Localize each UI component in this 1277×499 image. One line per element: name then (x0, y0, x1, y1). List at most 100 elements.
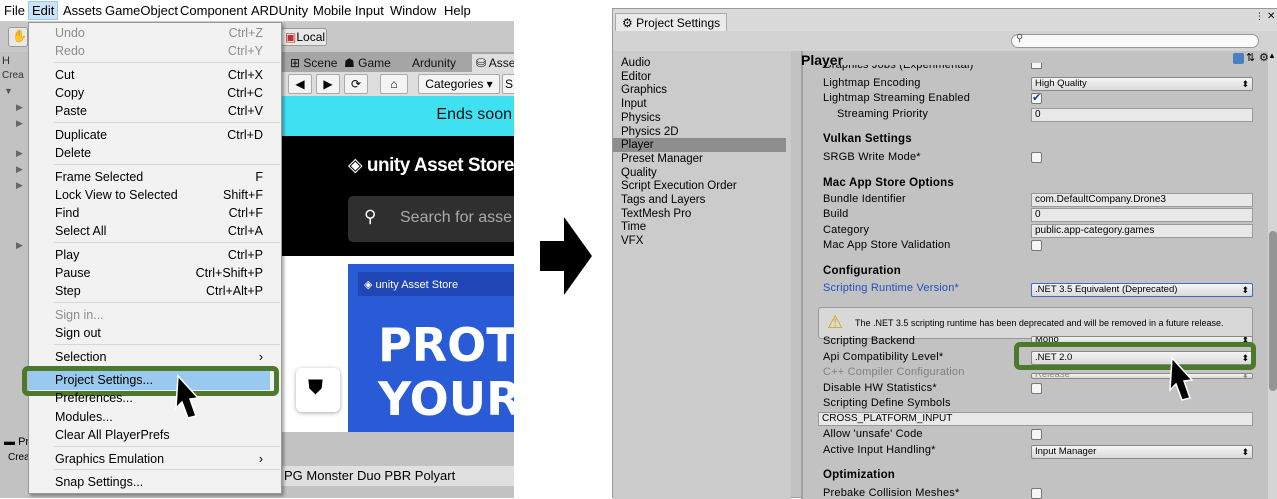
refresh-button[interactable]: ⟳ (344, 74, 368, 94)
settings-search-input[interactable]: ⚲ (1011, 33, 1259, 48)
menu-item-project-settings[interactable]: Project Settings... (55, 373, 275, 391)
project-create-label[interactable]: Crea (8, 452, 30, 463)
unsafe-code-checkbox[interactable] (1031, 429, 1042, 440)
category-item-tags-and-layers[interactable]: Tags and Layers (621, 194, 705, 208)
scroll-up-icon[interactable]: ▲ (1268, 51, 1276, 60)
hand-tool-button[interactable]: ✋ (8, 27, 28, 47)
home-button[interactable]: ⌂ (380, 74, 408, 94)
menu-item-pause[interactable]: Pause Ctrl+Shift+P (55, 266, 275, 284)
expand-arrow-icon[interactable]: ▶ (16, 180, 23, 191)
project-settings-tab[interactable]: ⚙ Project Settings (615, 13, 728, 31)
menu-file[interactable]: File (4, 3, 25, 18)
graphics-jobs-checkbox[interactable] (1031, 63, 1042, 69)
build-field[interactable]: 0 (1031, 208, 1253, 222)
menu-item-delete[interactable]: Delete (55, 146, 275, 164)
close-icon[interactable]: ✕ (1267, 11, 1275, 22)
menu-item-lock-view-to-selected[interactable]: Lock View to Selected Shift+F (55, 188, 275, 206)
srgb-write-checkbox[interactable] (1031, 152, 1042, 163)
hierarchy-tab-label[interactable]: H (2, 55, 10, 67)
category-field[interactable]: public.app-category.games (1031, 224, 1253, 238)
category-item-input[interactable]: Input (621, 98, 647, 112)
cpp-compiler-dropdown[interactable]: Release (1031, 373, 1253, 379)
category-item-physics[interactable]: Physics (621, 112, 661, 126)
mac-validation-checkbox[interactable] (1031, 240, 1042, 251)
menu-item-undo[interactable]: Undo Ctrl+Z (55, 26, 275, 44)
define-symbols-field[interactable]: CROSS_PLATFORM_INPUT (818, 412, 1253, 426)
create-label[interactable]: Crea (2, 70, 24, 81)
expand-arrow-icon[interactable]: ▶ (16, 118, 23, 129)
menu-item-duplicate[interactable]: Duplicate Ctrl+D (55, 128, 275, 146)
category-item-editor[interactable]: Editor (621, 71, 651, 85)
menu-window[interactable]: Window (390, 3, 436, 18)
menu-component[interactable]: Component (180, 3, 247, 18)
expand-arrow-icon[interactable]: ▶ (16, 102, 23, 113)
menu-item-selection[interactable]: Selection › (55, 350, 275, 368)
expand-arrow-icon[interactable]: ▶ (16, 148, 23, 159)
input-handling-dropdown[interactable]: Input Manager (1031, 445, 1253, 459)
category-item-player[interactable]: Player (621, 139, 654, 153)
menu-help[interactable]: Help (444, 3, 471, 18)
lightmap-encoding-dropdown[interactable]: High Quality (1031, 77, 1253, 91)
help-icon[interactable] (1233, 53, 1244, 64)
forward-button[interactable]: ▶ (316, 74, 340, 94)
preset-icon[interactable]: ⇅ (1246, 51, 1255, 64)
menu-item-redo[interactable]: Redo Ctrl+Y (55, 44, 275, 62)
category-item-graphics[interactable]: Graphics (621, 84, 667, 98)
categories-dropdown[interactable]: Categories ▾ (418, 74, 500, 94)
prebake-checkbox[interactable] (1031, 488, 1042, 499)
menu-assets[interactable]: Assets (63, 3, 102, 18)
menu-item-select-all[interactable]: Select All Ctrl+A (55, 224, 275, 242)
expand-arrow-icon[interactable]: ▶ (16, 240, 23, 251)
category-item-textmesh-pro[interactable]: TextMesh Pro (621, 208, 691, 222)
ends-soon-banner[interactable]: Ends soon (282, 96, 514, 136)
category-item-quality[interactable]: Quality (621, 167, 657, 181)
lightmap-streaming-checkbox[interactable]: ✔ (1031, 92, 1042, 104)
menu-edit[interactable]: Edit (28, 1, 59, 20)
menu-item-cut[interactable]: Cut Ctrl+X (55, 68, 275, 86)
category-item-preset-manager[interactable]: Preset Manager (621, 153, 703, 167)
expand-arrow-icon[interactable]: ▼ (4, 86, 13, 96)
menu-mobile-input[interactable]: Mobile Input (313, 3, 384, 18)
sort-dropdown[interactable]: S (502, 74, 514, 94)
asset-store-logo[interactable]: ◈ unity Asset Store (348, 154, 514, 177)
tab-scene[interactable]: ⊞ Scene (286, 54, 341, 72)
bundle-id-field[interactable]: com.DefaultCompany.Drone3 (1031, 193, 1253, 207)
promo-banner[interactable]: ◈ unity Asset Store PROT YOUR (348, 264, 514, 432)
scripting-runtime-dropdown[interactable]: .NET 3.5 Equivalent (Deprecated) (1031, 283, 1253, 297)
menu-item-paste[interactable]: Paste Ctrl+V (55, 104, 275, 122)
menu-item-sign-in[interactable]: Sign in... (55, 308, 275, 326)
tab-asset-store[interactable]: ⛁ Asse (472, 54, 514, 72)
menu-item-preferences[interactable]: Preferences... (55, 391, 275, 409)
menu-item-step[interactable]: Step Ctrl+Alt+P (55, 284, 275, 302)
menu-item-sign-out[interactable]: Sign out (55, 326, 275, 344)
project-tab[interactable]: ▬ Pr (4, 436, 29, 448)
menu-ardunity[interactable]: ARDUnity (251, 3, 308, 18)
tab-ardunity[interactable]: Ardunity (408, 54, 460, 72)
back-button[interactable]: ◀ (288, 74, 312, 94)
menu-item-modules[interactable]: Modules... (55, 410, 275, 428)
vertical-scrollbar[interactable]: ▲ (1268, 51, 1277, 499)
menu-item-label: Pause (55, 266, 91, 280)
menu-gameobject[interactable]: GameObject (105, 3, 178, 18)
category-item-time[interactable]: Time (621, 221, 646, 235)
package-name[interactable]: PG Monster Duo PBR Polyart (282, 466, 514, 486)
scrollbar-thumb[interactable] (1269, 231, 1277, 391)
local-toggle-button[interactable]: ▣Local (281, 28, 327, 46)
category-item-script-execution-order[interactable]: Script Execution Order (621, 180, 737, 194)
category-item-vfx[interactable]: VFX (621, 235, 643, 249)
menu-item-snap-settings[interactable]: Snap Settings... (55, 475, 275, 493)
menu-item-frame-selected[interactable]: Frame Selected F (55, 170, 275, 188)
streaming-priority-field[interactable]: 0 (1031, 108, 1253, 122)
menu-item-clear-all-playerprefs[interactable]: Clear All PlayerPrefs (55, 428, 275, 446)
shield-button[interactable]: ⛊ (296, 368, 340, 412)
expand-arrow-icon[interactable]: ▶ (16, 164, 23, 175)
menu-item-copy[interactable]: Copy Ctrl+C (55, 86, 275, 104)
menu-item-graphics-emulation[interactable]: Graphics Emulation › (55, 452, 275, 470)
category-item-audio[interactable]: Audio (621, 57, 650, 71)
disable-hw-checkbox[interactable] (1031, 383, 1042, 394)
menu-item-find[interactable]: Find Ctrl+F (55, 206, 275, 224)
store-search-input[interactable]: ⚲ Search for asse (348, 196, 514, 242)
menu-item-play[interactable]: Play Ctrl+P (55, 248, 275, 266)
menu-dots-icon[interactable]: ⋮ (1255, 11, 1264, 22)
tab-game[interactable]: ☗ Game (340, 54, 395, 72)
